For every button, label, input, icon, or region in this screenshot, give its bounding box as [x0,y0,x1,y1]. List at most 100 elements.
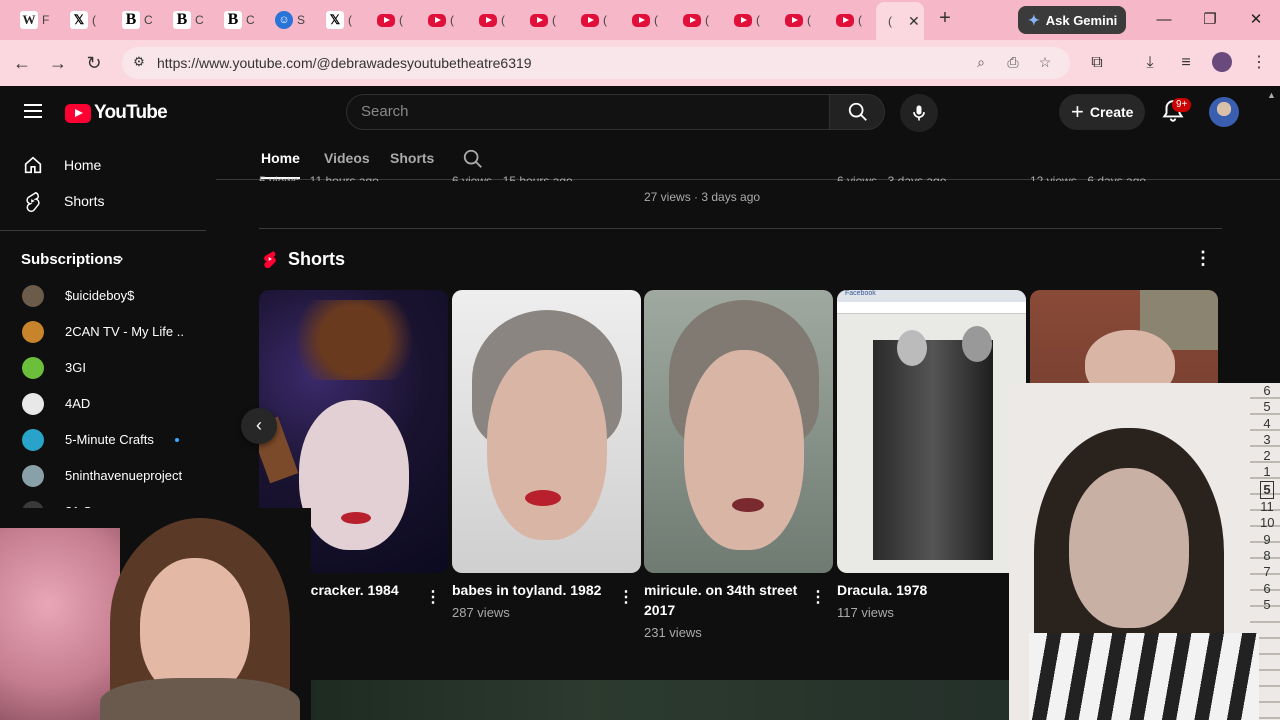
browser-tab[interactable]: ( [620,5,666,35]
notification-badge: 9+ [1172,98,1192,112]
browser-tab[interactable]: ( [824,5,870,35]
subscription-item[interactable]: 5-Minute Crafts [0,422,206,458]
subscription-item[interactable]: 2CAN TV - My Life ... [0,314,206,350]
subscription-item[interactable]: 4AD [0,386,206,422]
browser-tab-strip: WF 𝕏( BC BC BC ☺ S 𝕏( ( ( ( ( ( ( ( ( ( (… [0,0,1280,40]
youtube-logo[interactable]: YouTube [65,102,168,124]
short-thumbnail[interactable]: Facebook [837,290,1026,573]
height-scale: 6 5 4 3 2 1 5 11 10 9 8 7 6 5 [1260,383,1275,612]
gemini-spark-icon: ✦ [1028,11,1040,28]
chevron-right-icon[interactable]: › [118,250,123,268]
carousel-previous-button[interactable]: ‹ [241,408,277,444]
site-info-icon[interactable]: ⚙ [130,54,148,72]
channel-search-icon[interactable] [462,148,484,170]
channel-avatar [22,357,44,379]
search-input[interactable] [361,103,801,120]
bookmark-star-icon[interactable]: ☆ [1036,54,1054,72]
short-thumbnail[interactable] [452,290,641,573]
browser-tab[interactable]: BC [212,5,258,35]
shirt [100,678,300,720]
figure-head [962,326,992,362]
forward-arrow-icon[interactable]: → [46,51,70,75]
section-divider [259,228,1222,229]
more-menu-icon[interactable]: ⋮ [1248,52,1270,74]
more-options-icon[interactable]: ⋮ [810,587,826,607]
short-thumbnail[interactable] [644,290,833,573]
browser-tab[interactable]: 𝕏( [58,5,104,35]
search-button[interactable] [829,94,885,130]
face [299,400,409,550]
browser-tab[interactable]: ( [467,5,513,35]
extensions-icon[interactable]: ⧉ [1086,52,1108,74]
clipping-url-bar [837,302,1026,314]
webcam-overlay [0,508,311,720]
browser-tab[interactable]: ☺ S [263,5,309,35]
wikipedia-icon: W [20,11,38,29]
browser-tab[interactable]: WF [8,5,54,35]
browser-tab[interactable]: ( [518,5,564,35]
browser-tab[interactable]: 𝕏( [314,5,360,35]
url-text[interactable]: https://www.youtube.com/@debrawadesyoutu… [157,55,532,71]
short-title[interactable]: babes in toyland. 1982 [452,580,617,600]
youtube-icon [632,13,650,27]
browser-tab[interactable]: ( [365,5,411,35]
zoom-icon[interactable]: ⌕ [972,54,990,72]
browser-tab[interactable]: ( [722,5,768,35]
tab-shorts[interactable]: Shorts [390,150,434,166]
sidebar-item-home[interactable]: Home [0,147,206,183]
youtube-header: YouTube +Create [0,86,1280,138]
minimize-icon[interactable]: — [1152,8,1176,32]
face [1069,468,1189,628]
subscription-item[interactable]: 3GI [0,350,206,386]
browser-tab-active[interactable]: ( ✕ [876,2,924,40]
more-options-icon[interactable]: ⋮ [618,587,634,607]
sidebar-item-shorts[interactable]: Shorts [0,183,206,219]
install-app-icon[interactable]: ⎙ [1004,54,1022,72]
youtube-play-icon [65,103,91,123]
lips [732,498,764,512]
address-bar[interactable]: ⚙ https://www.youtube.com/@debrawadesyou… [122,47,1070,79]
media-control-icon[interactable]: ≡ [1175,52,1197,74]
short-title[interactable]: miricule. on 34th street 2017 [644,580,809,620]
short-title[interactable]: Dracula. 1978 [837,580,1002,600]
hamburger-menu-icon[interactable] [24,104,42,118]
search-box [346,94,830,130]
tab-videos[interactable]: Videos [324,150,370,166]
striped-shirt [1029,633,1259,720]
voice-search-button[interactable] [900,94,938,132]
channel-avatar [22,429,44,451]
download-icon[interactable]: ⤓ [1139,52,1161,74]
more-options-icon[interactable]: ⋮ [425,587,441,607]
profile-avatar[interactable] [1212,52,1232,72]
face [140,558,250,698]
plus-icon: + [1071,99,1084,124]
close-window-icon[interactable]: ✕ [1244,8,1268,32]
ask-gemini-button[interactable]: ✦ Ask Gemini [1018,6,1126,34]
browser-tab[interactable]: BC [161,5,207,35]
restore-icon[interactable]: ❐ [1198,8,1222,32]
subscriptions-heading[interactable]: Subscriptions [21,251,121,268]
tab-home[interactable]: Home [261,150,300,179]
new-tab-button[interactable]: + [934,8,956,30]
account-avatar[interactable] [1209,97,1239,127]
youtube-icon [377,13,395,27]
clipping-caption: Facebook [837,290,1026,302]
reload-icon[interactable]: ↻ [82,51,106,75]
scroll-up-arrow-icon[interactable]: ▲ [1267,90,1276,100]
subscription-item[interactable]: 5ninthavenueproject [0,458,206,494]
close-tab-icon[interactable]: ✕ [908,13,920,30]
browser-tab[interactable]: ( [671,5,717,35]
more-options-icon[interactable]: ⋮ [1194,249,1212,268]
x-icon: 𝕏 [70,11,88,29]
browser-tab[interactable]: ( [569,5,615,35]
browser-tab[interactable]: ( [416,5,462,35]
browser-tab[interactable]: BC [110,5,156,35]
channel-avatar [22,285,44,307]
browser-tab[interactable]: ( [773,5,819,35]
subscription-item[interactable]: $uicideboy$ [0,278,206,314]
create-button[interactable]: + Create [1059,94,1145,130]
sidebar-divider [0,230,206,231]
back-arrow-icon[interactable]: ← [10,51,34,75]
cake-crown [279,300,429,380]
youtube-icon [683,13,701,27]
